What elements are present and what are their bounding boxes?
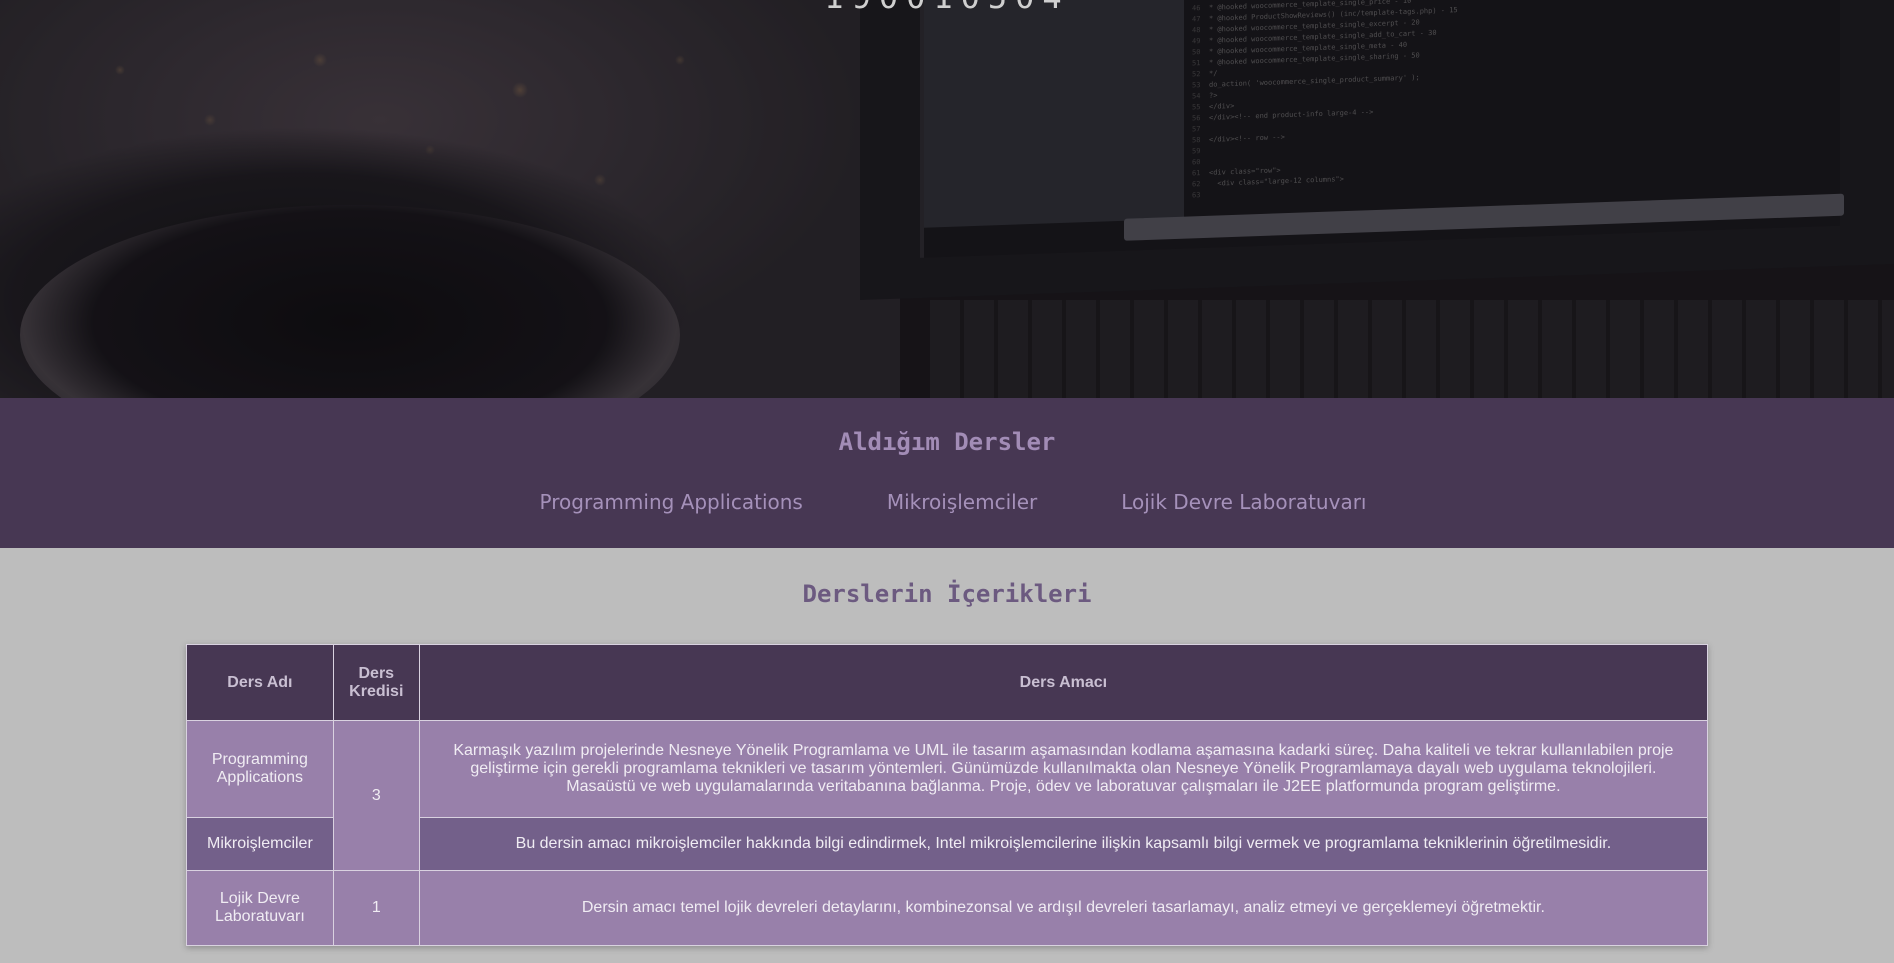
hero-banner: 45 46 47 48 49 50 51 52 53 54 55 56 57 5… — [0, 0, 1894, 398]
cell-course-credit: 3 — [332, 720, 420, 871]
cell-course-name: Mikroişlemciler — [186, 817, 334, 871]
course-link-programming-applications[interactable]: Programming Applications — [540, 490, 803, 514]
hero-dark-overlay — [0, 0, 1894, 398]
cell-course-goal: Bu dersin amacı mikroişlemciler hakkında… — [418, 817, 1709, 871]
courses-table: Ders Adı Ders Kredisi Ders Amacı Program… — [186, 644, 1709, 946]
contents-section: Derslerin İçerikleri Ders Adı Ders Kredi… — [0, 548, 1894, 963]
table-row: Programming Applications 3 Karmaşık yazı… — [186, 720, 1709, 871]
header-ders-adi: Ders Adı — [186, 644, 334, 721]
courses-nav: Programming Applications Mikroişlemciler… — [0, 490, 1894, 514]
table-row: Lojik Devre Laboratuvarı 1 Dersin amacı … — [186, 870, 1709, 946]
hero-title: 190010504 — [0, 0, 1894, 16]
cell-course-name: Lojik Devre Laboratuvarı — [186, 870, 334, 946]
cell-course-goal: Karmaşık yazılım projelerinde Nesneye Yö… — [418, 720, 1709, 818]
course-link-lojik-devre-laboratuvari[interactable]: Lojik Devre Laboratuvarı — [1121, 490, 1366, 514]
course-link-mikroislemciler[interactable]: Mikroişlemciler — [887, 490, 1037, 514]
cell-course-name: Programming Applications — [186, 720, 334, 818]
cell-course-credit: 1 — [332, 870, 420, 946]
courses-section: Aldığım Dersler Programming Applications… — [0, 398, 1894, 548]
table-header-row: Ders Adı Ders Kredisi Ders Amacı — [186, 644, 1709, 721]
courses-title: Aldığım Dersler — [838, 428, 1056, 456]
header-ders-amaci: Ders Amacı — [418, 644, 1709, 721]
contents-title: Derslerin İçerikleri — [802, 580, 1092, 608]
cell-course-goal: Dersin amacı temel lojik devreleri detay… — [418, 870, 1709, 946]
header-ders-kredisi: Ders Kredisi — [332, 644, 420, 721]
